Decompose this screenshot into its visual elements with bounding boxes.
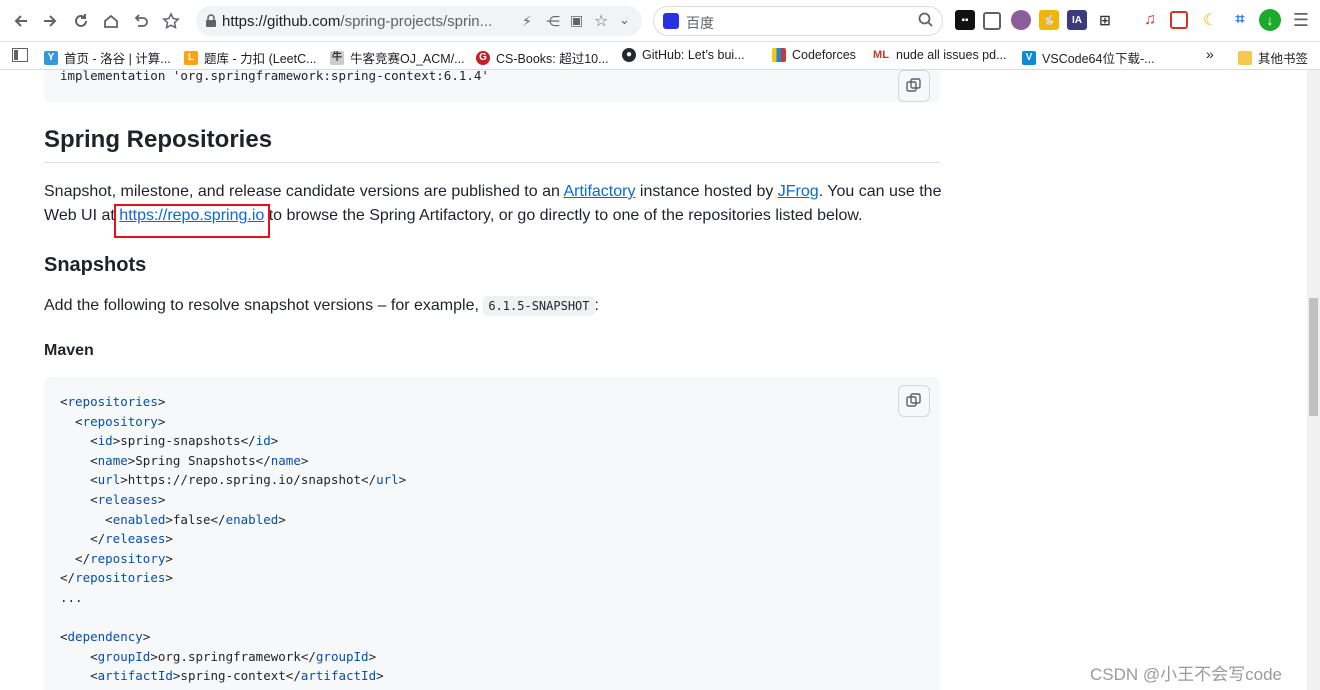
code-line: <repository> (60, 413, 166, 429)
code-line: ... (60, 590, 83, 605)
repo-spring-link[interactable]: https://repo.spring.io (119, 207, 264, 224)
moon-icon[interactable]: ☾ (1200, 10, 1220, 30)
artifactory-link[interactable]: Artifactory (563, 183, 635, 200)
search-icon[interactable] (918, 12, 934, 33)
undo-icon[interactable] (129, 9, 153, 33)
tampermonkey-icon[interactable]: ▪▪ (955, 10, 975, 30)
snapshots-paragraph: Add the following to resolve snapshot ve… (44, 296, 599, 316)
copy-button[interactable] (898, 70, 930, 102)
menu-icon[interactable]: ☰ (1291, 10, 1311, 30)
reload-icon[interactable] (69, 9, 93, 33)
search-placeholder: 百度 (686, 15, 714, 31)
luogu-icon: Y (44, 50, 58, 65)
section-title: Spring Repositories (44, 126, 273, 153)
copy-button[interactable] (898, 385, 930, 417)
download-icon[interactable]: ↓ (1259, 9, 1281, 31)
vscode-icon: V (1022, 50, 1036, 65)
code-line: implementation 'org.springframework:spri… (60, 70, 489, 83)
profile-ext-icon[interactable] (1011, 10, 1031, 30)
share-icon[interactable]: ⋲ (546, 13, 560, 30)
copy-icon (906, 78, 921, 92)
gitee-icon: G (476, 50, 490, 65)
bookmark-leetcode[interactable]: L 题库 - 力扣 (LeetC... (184, 48, 317, 67)
back-icon[interactable] (9, 9, 33, 33)
nowcoder-icon: 牛 (330, 50, 344, 65)
code-line: <artifactId>spring-context</artifactId> (60, 668, 384, 684)
music-icon[interactable]: ♫ (1140, 10, 1160, 30)
code-line: <dependency> (60, 629, 151, 645)
code-line: </repositories> (60, 570, 173, 586)
copy-icon (906, 393, 921, 407)
grid-icon[interactable]: ⊞ (1095, 10, 1115, 30)
scrollbar-thumb[interactable] (1309, 298, 1318, 416)
bookmark-nude-issues[interactable]: ML nude all issues pd... (872, 48, 1007, 62)
pdf-icon[interactable] (1170, 11, 1188, 29)
browser-toolbar: https://github.com/spring-projects/sprin… (0, 0, 1320, 42)
code-line: <releases> (60, 492, 166, 507)
crop-icon[interactable]: ⌗ (1230, 10, 1250, 30)
leetcode-icon: L (184, 50, 198, 65)
home-icon[interactable] (99, 9, 123, 33)
bookmark-star-icon[interactable]: ☆ (594, 11, 608, 31)
page-content: implementation 'org.springframework:spri… (0, 70, 1307, 690)
code-line: <enabled>false</enabled> (60, 511, 286, 527)
bookmark-luogu[interactable]: Y 首页 - 洛谷 | 计算... (44, 48, 171, 67)
intro-paragraph: Snapshot, milestone, and release candida… (44, 183, 942, 224)
bookmark-nowcoder[interactable]: 牛牛客竞赛OJ_ACM/... (330, 48, 465, 67)
bookmark-vscode[interactable]: V VSCode64位下载-... (1022, 48, 1155, 67)
baidu-icon (663, 13, 679, 29)
code-line: <id>spring-snapshots</id> (60, 433, 279, 449)
codeforces-icon (772, 48, 786, 62)
code-line: <repositories> (60, 394, 166, 409)
snapshots-heading: Snapshots (44, 254, 147, 276)
code-line: </repository> (60, 550, 173, 566)
chevron-down-icon[interactable]: ⌄ (619, 12, 630, 28)
lock-icon[interactable] (205, 14, 217, 33)
heading-divider (44, 162, 940, 163)
lightning-icon[interactable]: ⚡ (522, 13, 532, 30)
code-line: </releases> (60, 531, 173, 547)
bookmark-codeforces[interactable]: Codeforces (772, 48, 856, 62)
translate-icon[interactable]: ▣ (570, 12, 583, 29)
forward-icon[interactable] (38, 9, 62, 33)
star-icon[interactable] (159, 9, 183, 33)
ia-icon[interactable]: IA (1067, 10, 1087, 30)
watermark: CSDN @小王不会写code (1090, 665, 1283, 684)
apps-icon[interactable] (12, 48, 28, 62)
github-icon: ● (622, 48, 636, 62)
reader-icon[interactable] (983, 12, 1001, 30)
code-line: <groupId>org.springframework</groupId> (60, 648, 377, 664)
bookmark-cs-books[interactable]: G CS-Books: 超过10... (476, 48, 609, 67)
gradle-code-block: implementation 'org.springframework:spri… (44, 70, 940, 102)
more-bookmarks-button[interactable]: » (1206, 46, 1214, 62)
search-engine-box[interactable]: 百度 (653, 6, 943, 36)
folder-icon (1238, 50, 1252, 65)
maven-heading: Maven (44, 342, 94, 359)
maven-code-block: <repositories> <repository> <id>spring-s… (44, 377, 940, 690)
jfrog-link[interactable]: JFrog (778, 183, 819, 200)
address-bar[interactable]: https://github.com/spring-projects/sprin… (196, 6, 642, 36)
rabbit-icon[interactable]: 🐇 (1039, 10, 1059, 30)
ml-icon: ML (872, 48, 890, 62)
bookmarks-bar: Y 首页 - 洛谷 | 计算... L 题库 - 力扣 (LeetC... 牛牛客竞… (0, 42, 1320, 70)
code-line: <url>https://repo.spring.io/snapshot</ur… (60, 472, 407, 488)
page-scrollbar[interactable] (1307, 70, 1320, 690)
bookmark-other[interactable]: 其他书签 (1238, 48, 1308, 67)
bookmark-github[interactable]: ● GitHub: Let’s bui... (622, 48, 745, 62)
code-line: <name>Spring Snapshots</name> (60, 452, 309, 468)
snapshot-version-code: 6.1.5-SNAPSHOT (483, 296, 595, 316)
url-text: https://github.com/spring-projects/sprin… (222, 13, 493, 30)
